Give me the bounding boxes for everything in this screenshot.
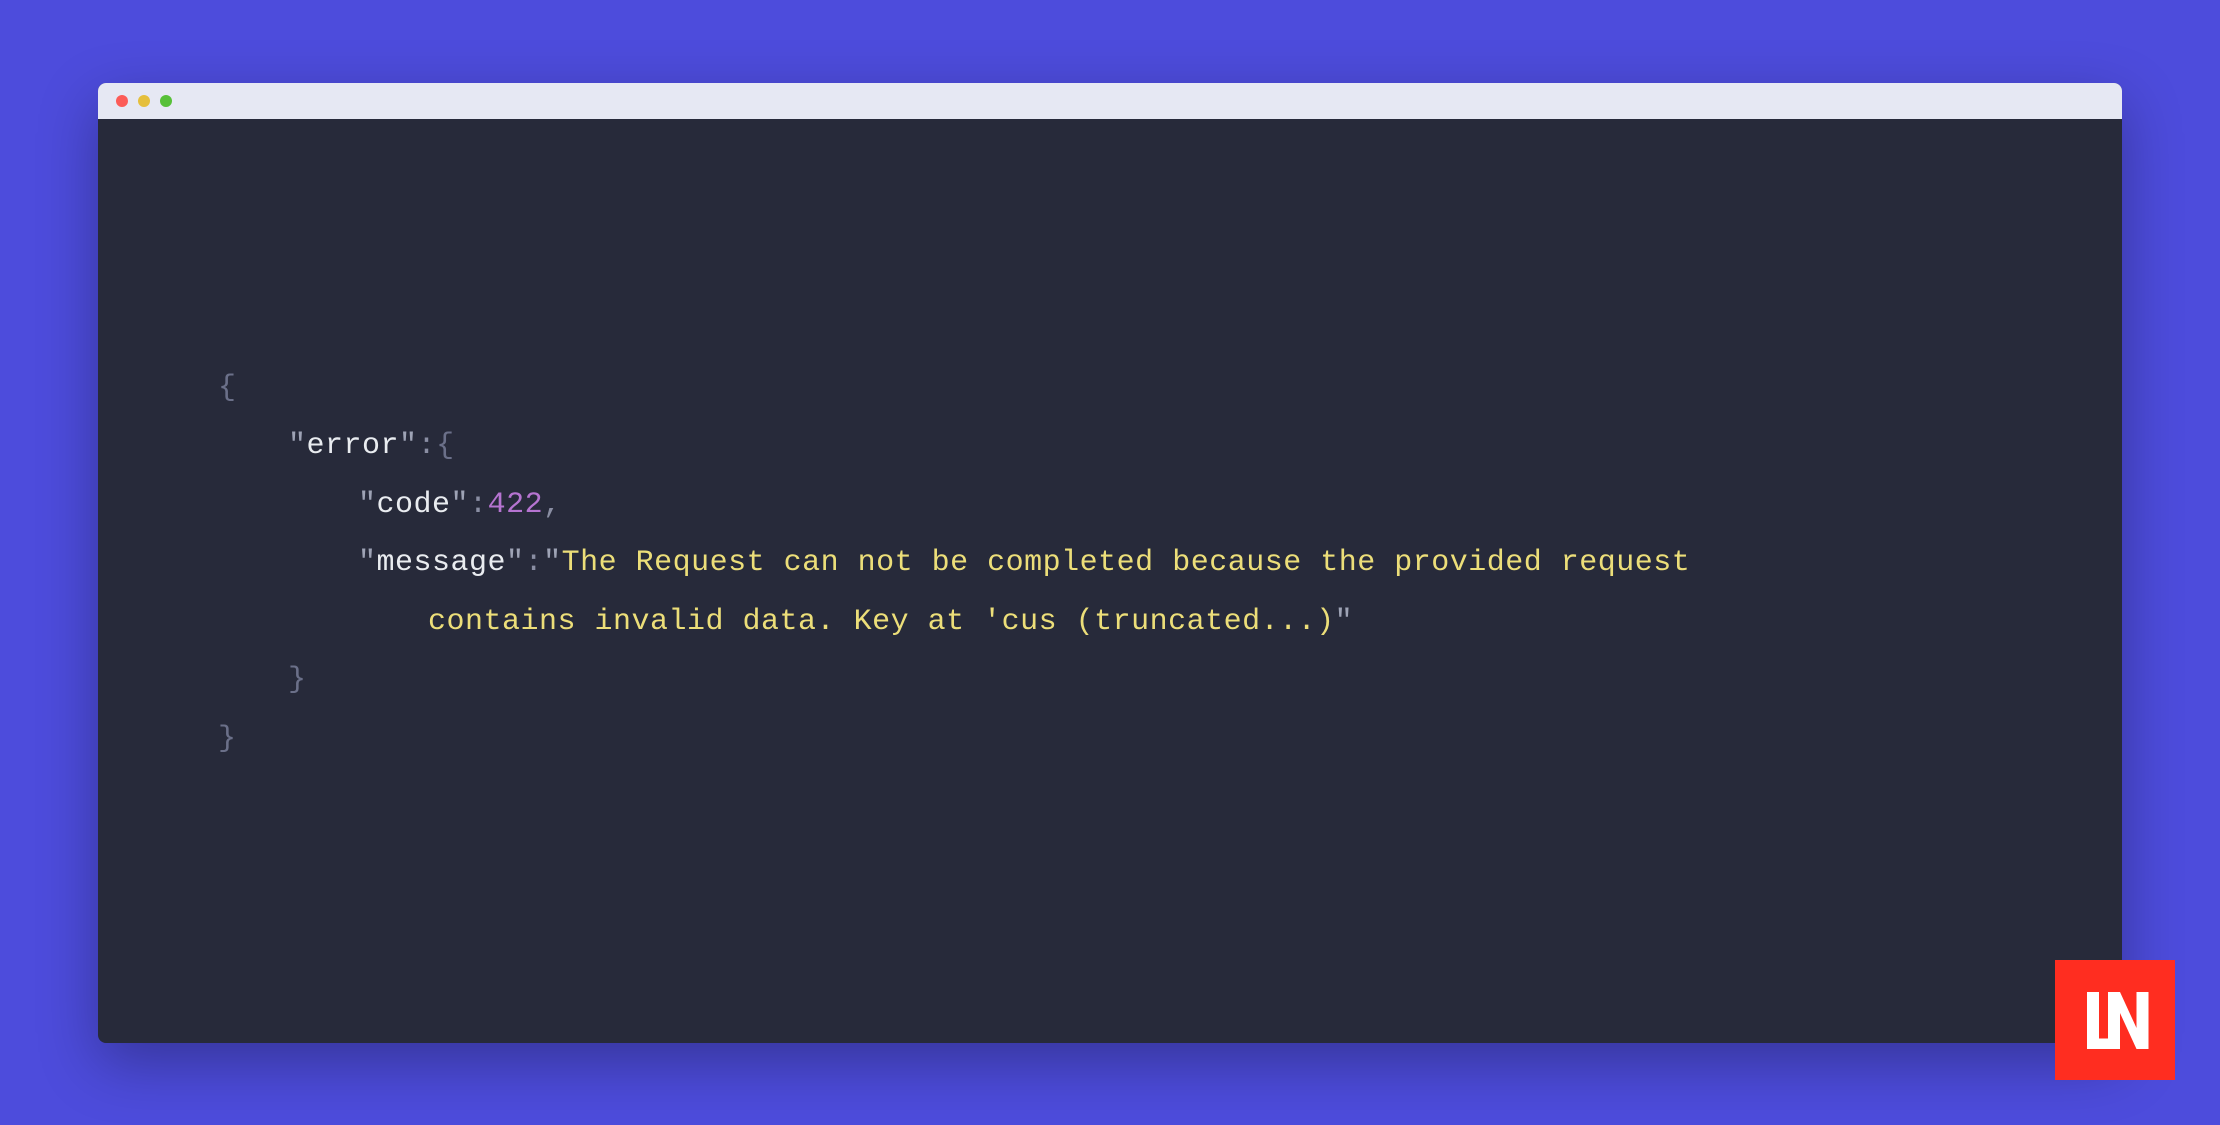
code-line: }: [218, 651, 2002, 710]
traffic-lights: [116, 95, 172, 107]
code-line: "error":{: [218, 417, 2002, 476]
code-line: {: [218, 359, 2002, 418]
json-number: 422: [488, 488, 544, 522]
minimize-icon[interactable]: [138, 95, 150, 107]
window-titlebar: [98, 83, 2122, 119]
ln-logo-icon: [2078, 983, 2153, 1058]
code-window: { "error":{ "code":422, "message":"The R…: [98, 83, 2122, 1043]
json-key: error: [307, 429, 400, 463]
json-string: The Request can not be completed because…: [562, 546, 1691, 580]
code-line: "code":422,: [218, 476, 2002, 535]
json-string: contains invalid data. Key at 'cus (trun…: [428, 605, 1335, 639]
close-icon[interactable]: [116, 95, 128, 107]
code-line: "message":"The Request can not be comple…: [218, 534, 2002, 593]
code-editor: { "error":{ "code":422, "message":"The R…: [98, 119, 2122, 769]
maximize-icon[interactable]: [160, 95, 172, 107]
code-line: contains invalid data. Key at 'cus (trun…: [218, 593, 2002, 652]
logo-badge: [2055, 960, 2175, 1080]
json-key: code: [377, 488, 451, 522]
json-key: message: [377, 546, 507, 580]
code-line: }: [218, 710, 2002, 769]
